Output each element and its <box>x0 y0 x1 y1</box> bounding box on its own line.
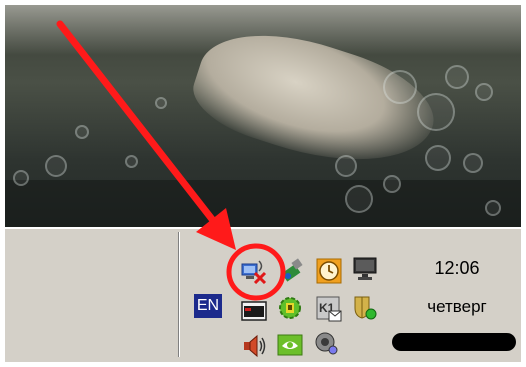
wallpaper-shadow <box>5 180 521 227</box>
usb-drive-icon[interactable] <box>279 256 305 282</box>
bubble <box>45 155 67 177</box>
bubble <box>425 145 451 171</box>
redacted-date-bar <box>392 333 516 351</box>
bubble <box>345 185 373 213</box>
bubble <box>463 153 483 173</box>
taskbar-window-icon[interactable] <box>241 298 267 324</box>
green-gear-icon[interactable] <box>277 295 303 321</box>
speaker-volume-icon[interactable] <box>241 333 267 359</box>
shield-icon[interactable] <box>352 294 378 320</box>
bubble <box>475 83 493 101</box>
bubble <box>383 70 417 104</box>
bubble <box>125 155 138 168</box>
bubble <box>445 65 469 89</box>
k1-mail-icon[interactable]: K1 <box>316 296 342 322</box>
bubble <box>383 175 401 193</box>
clock-alarm-icon[interactable] <box>316 258 342 284</box>
sound-device-icon[interactable] <box>314 330 340 356</box>
bubble <box>417 93 455 131</box>
bubble <box>485 200 501 216</box>
bubble <box>75 125 89 139</box>
clock-time[interactable]: 12:06 <box>412 258 502 279</box>
bubble <box>13 170 29 186</box>
bubble <box>335 155 357 177</box>
desktop-wallpaper <box>5 5 521 227</box>
language-indicator[interactable]: EN <box>194 294 222 318</box>
network-disconnected-icon[interactable] <box>241 258 267 284</box>
clock-day: четверг <box>427 297 487 316</box>
bubble <box>155 97 167 109</box>
monitor-icon[interactable] <box>352 256 378 282</box>
nvidia-icon[interactable] <box>277 332 303 358</box>
